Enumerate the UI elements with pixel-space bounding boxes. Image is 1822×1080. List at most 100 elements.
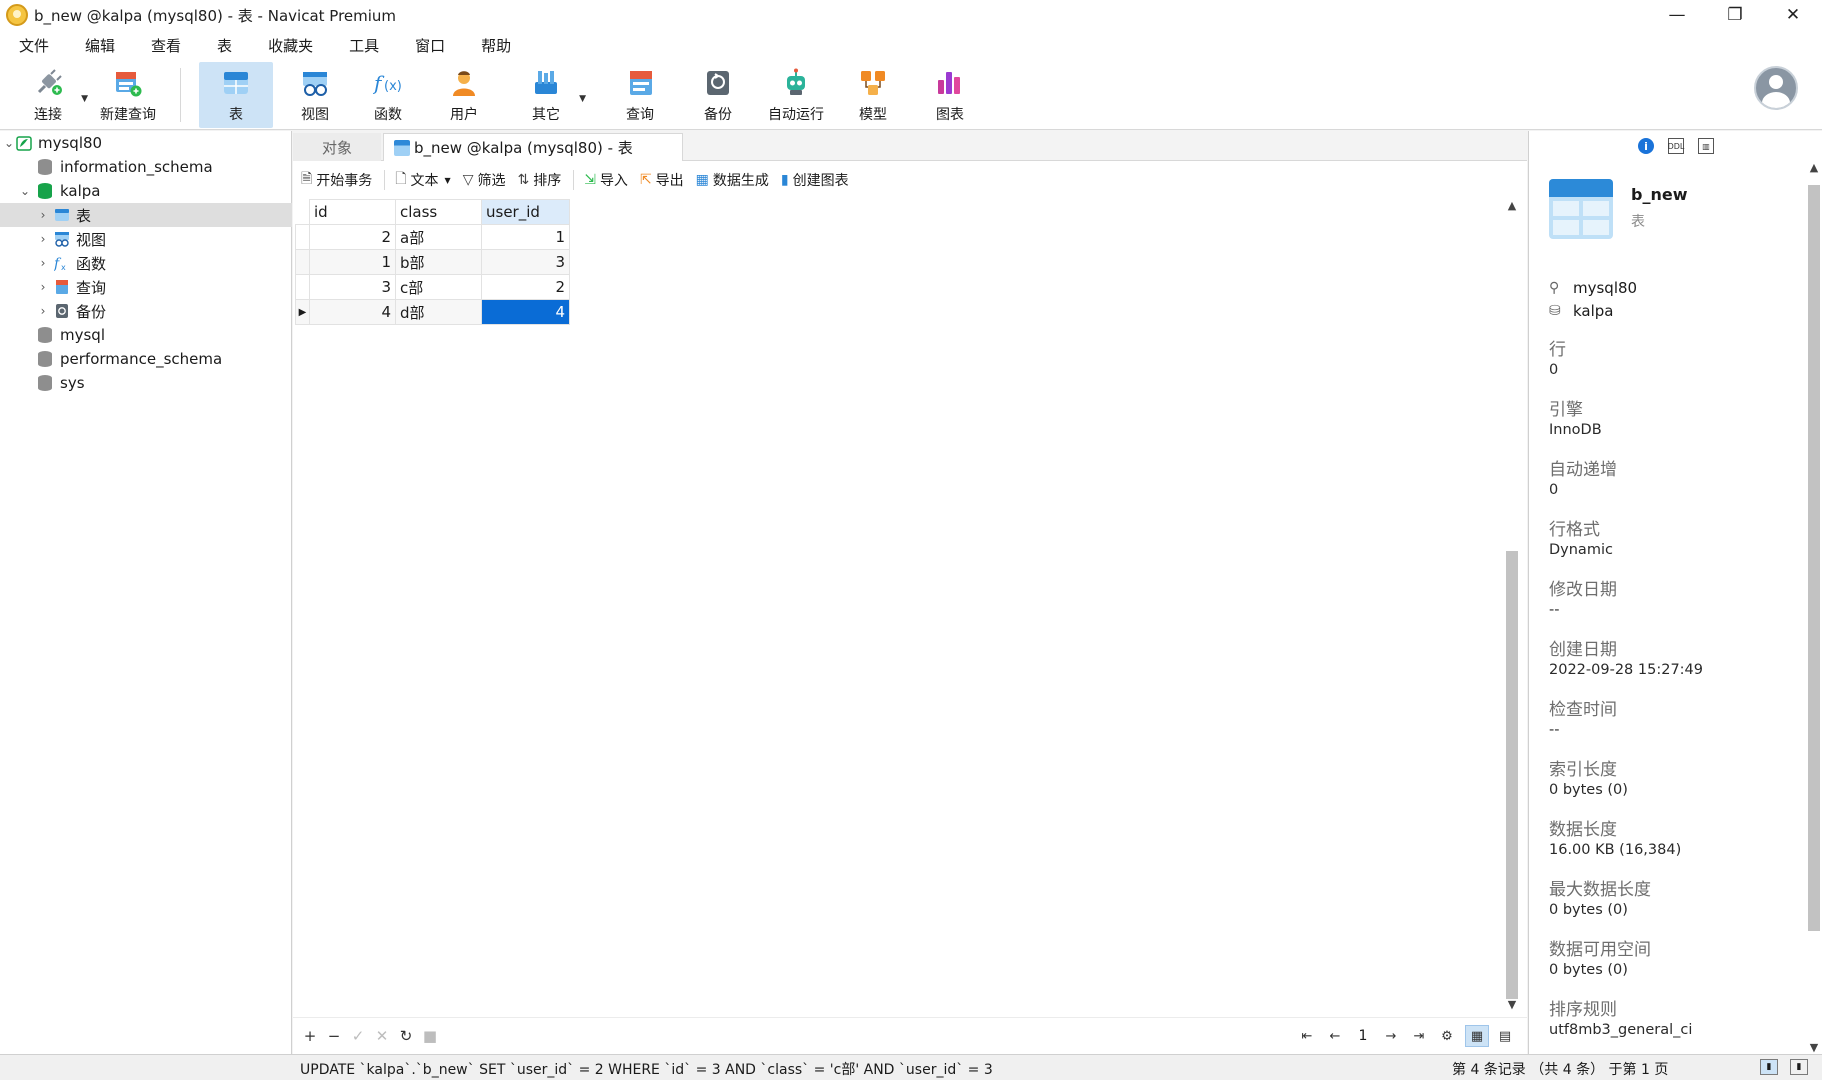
menu-edit[interactable]: 编辑	[74, 35, 126, 56]
next-page-button[interactable]: →	[1377, 1029, 1405, 1044]
chevron-down-icon[interactable]: ▼	[445, 176, 451, 185]
tree-item-mysql80[interactable]: ⌄ mysql80	[0, 131, 292, 155]
menu-table[interactable]: 表	[206, 35, 243, 56]
stop-button[interactable]: ■	[419, 1027, 441, 1045]
chevron-right-icon[interactable]: ›	[36, 304, 50, 318]
sort-button[interactable]: ⇅ 排序	[517, 170, 561, 190]
column-header-user-id[interactable]: user_id	[481, 199, 570, 225]
scroll-down-icon[interactable]: ▼	[1805, 1041, 1822, 1054]
tree-item-performance-schema[interactable]: performance_schema	[0, 347, 292, 371]
toggle-info-pane-icon[interactable]: ▮	[1790, 1059, 1808, 1075]
scrollbar-thumb[interactable]	[1808, 185, 1820, 931]
export-button[interactable]: ⇱ 导出	[640, 170, 684, 190]
cell-user-id-selected[interactable]: 4	[481, 299, 570, 325]
chevron-down-icon[interactable]: ⌄	[2, 136, 16, 150]
user-avatar[interactable]	[1754, 66, 1798, 110]
apply-changes-button[interactable]: ✓	[347, 1027, 369, 1045]
close-button[interactable]: ✕	[1764, 0, 1822, 30]
data-generation-button[interactable]: ▦ 数据生成	[696, 170, 769, 190]
ddl-icon[interactable]: DDL	[1668, 138, 1684, 154]
import-button[interactable]: ⇲ 导入	[584, 170, 628, 190]
cell-class[interactable]: d部	[395, 299, 482, 325]
minimize-button[interactable]: —	[1648, 0, 1706, 30]
last-page-button[interactable]: ⇥	[1405, 1029, 1433, 1044]
function-button[interactable]: f (x) 函数	[360, 62, 416, 128]
column-header-class[interactable]: class	[395, 199, 482, 225]
chevron-right-icon[interactable]: ›	[36, 256, 50, 270]
table-button[interactable]: 表	[199, 62, 273, 128]
cell-class[interactable]: a部	[395, 224, 482, 250]
restore-button[interactable]: ❐	[1706, 0, 1764, 30]
view-button[interactable]: 视图	[287, 62, 343, 128]
menu-help[interactable]: 帮助	[470, 35, 522, 56]
toggle-nav-pane-icon[interactable]: ▮	[1760, 1059, 1778, 1075]
table-row[interactable]: 2 a部 1	[295, 224, 570, 250]
tree-item-backups[interactable]: › 备份	[0, 299, 292, 323]
page-settings-button[interactable]: ⚙	[1433, 1029, 1461, 1044]
info-icon[interactable]: i	[1638, 138, 1654, 154]
preview-panel-icon[interactable]: ▥	[1698, 138, 1714, 154]
chart-button[interactable]: 图表	[922, 62, 978, 128]
filter-button[interactable]: ▽ 筛选	[463, 170, 506, 190]
scrollbar-thumb[interactable]	[1506, 551, 1518, 999]
row-header[interactable]	[295, 224, 310, 250]
chevron-down-icon[interactable]: ⌄	[18, 184, 32, 198]
table-row[interactable]: 1 b部 3	[295, 249, 570, 275]
tree-item-kalpa[interactable]: ⌄ kalpa	[0, 179, 292, 203]
menu-file[interactable]: 文件	[8, 35, 60, 56]
connection-dropdown-icon[interactable]: ▼	[81, 94, 88, 104]
grid-view-button[interactable]: ▦	[1465, 1025, 1489, 1047]
automation-button[interactable]: 自动运行	[762, 62, 830, 128]
other-tools-dropdown-icon[interactable]: ▼	[579, 94, 586, 104]
cell-class[interactable]: b部	[395, 249, 482, 275]
scroll-up-icon[interactable]: ▲	[1805, 161, 1822, 174]
cell-id[interactable]: 3	[309, 274, 396, 300]
tree-item-queries[interactable]: › 查询	[0, 275, 292, 299]
column-header-id[interactable]: id	[309, 199, 396, 225]
tree-item-mysql[interactable]: mysql	[0, 323, 292, 347]
tree-item-views[interactable]: › 视图	[0, 227, 292, 251]
new-query-button[interactable]: 新建查询	[94, 62, 162, 128]
tree-item-tables[interactable]: › 表	[0, 203, 292, 227]
create-chart-button[interactable]: ▮ 创建图表	[781, 170, 849, 190]
backup-button[interactable]: 备份	[690, 62, 746, 128]
menu-tools[interactable]: 工具	[338, 35, 390, 56]
cell-class[interactable]: c部	[395, 274, 482, 300]
scroll-up-icon[interactable]: ▲	[1503, 199, 1521, 212]
user-button[interactable]: 用户	[436, 62, 492, 128]
menu-favorites[interactable]: 收藏夹	[257, 35, 324, 56]
discard-changes-button[interactable]: ✕	[371, 1027, 393, 1045]
menu-view[interactable]: 查看	[140, 35, 192, 56]
tree-item-functions[interactable]: › f x 函数	[0, 251, 292, 275]
begin-transaction-button[interactable]: 🗎 开始事务	[301, 168, 372, 192]
previous-page-button[interactable]: ←	[1321, 1029, 1349, 1044]
first-page-button[interactable]: ⇤	[1293, 1029, 1321, 1044]
current-row-indicator-icon[interactable]: ▶	[295, 299, 310, 325]
cell-user-id[interactable]: 1	[481, 224, 570, 250]
cell-id[interactable]: 2	[309, 224, 396, 250]
table-row-current[interactable]: ▶ 4 d部 4	[295, 299, 570, 325]
row-header[interactable]	[295, 274, 310, 300]
table-row[interactable]: 3 c部 2	[295, 274, 570, 300]
model-button[interactable]: 模型	[845, 62, 901, 128]
scroll-down-icon[interactable]: ▼	[1503, 998, 1521, 1011]
tree-item-information-schema[interactable]: information_schema	[0, 155, 292, 179]
chevron-right-icon[interactable]: ›	[36, 232, 50, 246]
grid-vertical-scrollbar[interactable]: ▲ ▼	[1503, 199, 1521, 1011]
text-button[interactable]: 🗋 文本 ▼	[395, 168, 450, 192]
tree-item-sys[interactable]: sys	[0, 371, 292, 395]
add-record-button[interactable]: +	[299, 1027, 321, 1045]
cell-id[interactable]: 4	[309, 299, 396, 325]
row-header[interactable]	[295, 249, 310, 275]
delete-record-button[interactable]: −	[323, 1027, 345, 1045]
cell-id[interactable]: 1	[309, 249, 396, 275]
cell-user-id[interactable]: 3	[481, 249, 570, 275]
tab-b-new-table[interactable]: b_new @kalpa (mysql80) - 表	[383, 133, 683, 161]
menu-window[interactable]: 窗口	[404, 35, 456, 56]
cell-user-id[interactable]: 2	[481, 274, 570, 300]
info-vertical-scrollbar[interactable]: ▲ ▼	[1805, 161, 1822, 1054]
chevron-right-icon[interactable]: ›	[36, 280, 50, 294]
page-number-field[interactable]: 1	[1349, 1028, 1377, 1044]
refresh-button[interactable]: ↻	[395, 1027, 417, 1045]
form-view-button[interactable]: ▤	[1493, 1025, 1517, 1047]
